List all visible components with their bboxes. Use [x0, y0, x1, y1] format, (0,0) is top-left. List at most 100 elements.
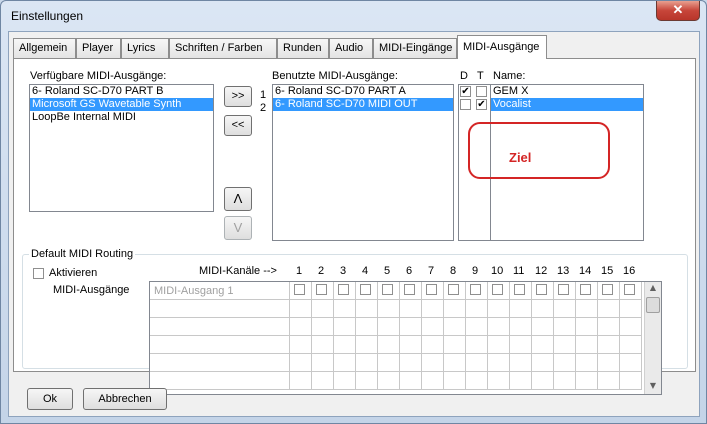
tab-schriften-farben[interactable]: Schriften / Farben — [169, 38, 277, 58]
routing-channel-cell[interactable] — [488, 354, 510, 372]
vertical-scrollbar[interactable]: ▲ ▼ — [644, 282, 661, 394]
scroll-thumb[interactable] — [646, 297, 660, 313]
routing-channel-cell[interactable] — [466, 372, 488, 390]
routing-channel-cell[interactable] — [620, 336, 642, 354]
tab-audio[interactable]: Audio — [329, 38, 373, 58]
channel-checkbox-8[interactable] — [448, 284, 459, 295]
routing-channel-cell[interactable] — [576, 372, 598, 390]
tab-midi-eingaenge[interactable]: MIDI-Eingänge — [373, 38, 457, 58]
t-checkbox-row1[interactable] — [476, 86, 487, 97]
routing-channel-cell[interactable] — [620, 318, 642, 336]
scroll-up-icon[interactable]: ▲ — [646, 283, 660, 295]
routing-channel-cell[interactable] — [466, 354, 488, 372]
routing-channel-cell[interactable] — [400, 354, 422, 372]
routing-channel-cell[interactable] — [422, 336, 444, 354]
routing-channel-cell[interactable] — [576, 300, 598, 318]
d-checkbox-row1[interactable]: ✔ — [460, 86, 471, 97]
routing-channel-cell[interactable] — [334, 372, 356, 390]
cancel-button[interactable]: Abbrechen — [83, 388, 167, 410]
channel-checkbox-10[interactable] — [492, 284, 503, 295]
routing-channel-cell[interactable] — [510, 354, 532, 372]
routing-channel-cell[interactable] — [444, 300, 466, 318]
routing-channel-cell[interactable] — [400, 300, 422, 318]
routing-channel-cell[interactable] — [488, 336, 510, 354]
routing-channel-cell[interactable] — [532, 372, 554, 390]
channel-checkbox-2[interactable] — [316, 284, 327, 295]
routing-channel-cell[interactable] — [510, 372, 532, 390]
channel-checkbox-7[interactable] — [426, 284, 437, 295]
channel-checkbox-1[interactable] — [294, 284, 305, 295]
routing-channel-cell[interactable] — [554, 354, 576, 372]
routing-channel-cell[interactable] — [356, 336, 378, 354]
routing-channel-cell[interactable] — [334, 336, 356, 354]
routing-channel-cell[interactable] — [554, 372, 576, 390]
routing-channel-cell[interactable] — [554, 336, 576, 354]
routing-channel-cell[interactable] — [378, 372, 400, 390]
activate-checkbox[interactable] — [33, 268, 44, 279]
routing-channel-cell[interactable] — [422, 372, 444, 390]
routing-channel-cell[interactable] — [356, 372, 378, 390]
channel-checkbox-13[interactable] — [558, 284, 569, 295]
routing-channel-cell[interactable] — [510, 318, 532, 336]
routing-channel-cell[interactable] — [554, 300, 576, 318]
routing-channel-cell[interactable] — [488, 372, 510, 390]
routing-channel-cell[interactable] — [400, 336, 422, 354]
routing-channel-cell[interactable] — [290, 354, 312, 372]
routing-channel-cell[interactable] — [532, 354, 554, 372]
routing-channel-cell[interactable] — [576, 318, 598, 336]
routing-channel-cell[interactable] — [620, 300, 642, 318]
routing-channel-cell[interactable] — [312, 372, 334, 390]
list-item[interactable]: 6- Roland SC-D70 PART B — [30, 85, 213, 98]
routing-channel-cell[interactable] — [598, 372, 620, 390]
routing-output-cell[interactable] — [150, 318, 290, 336]
routing-channel-cell[interactable] — [510, 336, 532, 354]
routing-channel-cell[interactable] — [532, 300, 554, 318]
routing-channel-cell[interactable] — [488, 300, 510, 318]
routing-channel-cell[interactable] — [290, 372, 312, 390]
list-item[interactable]: Vocalist — [491, 98, 643, 111]
channel-checkbox-3[interactable] — [338, 284, 349, 295]
routing-channel-cell[interactable] — [576, 336, 598, 354]
list-item[interactable]: 6- Roland SC-D70 MIDI OUT — [273, 98, 453, 111]
routing-output-cell[interactable] — [150, 354, 290, 372]
remove-output-button[interactable]: << — [224, 115, 252, 136]
routing-channel-cell[interactable] — [620, 372, 642, 390]
tab-player[interactable]: Player — [76, 38, 121, 58]
routing-channel-cell[interactable] — [532, 318, 554, 336]
routing-channel-cell[interactable] — [466, 300, 488, 318]
routing-channel-cell[interactable] — [378, 318, 400, 336]
channel-checkbox-14[interactable] — [580, 284, 591, 295]
routing-channel-cell[interactable] — [620, 354, 642, 372]
list-item[interactable]: GEM X — [491, 85, 643, 98]
routing-channel-cell[interactable] — [488, 318, 510, 336]
routing-channel-cell[interactable] — [378, 354, 400, 372]
used-outputs-list[interactable]: 6- Roland SC-D70 PART A 6- Roland SC-D70… — [272, 84, 454, 241]
routing-channel-cell[interactable] — [532, 336, 554, 354]
routing-channel-cell[interactable] — [466, 318, 488, 336]
routing-channel-cell[interactable] — [290, 336, 312, 354]
routing-channel-cell[interactable] — [400, 318, 422, 336]
routing-channel-cell[interactable] — [576, 354, 598, 372]
channel-checkbox-15[interactable] — [602, 284, 613, 295]
routing-channel-cell[interactable] — [312, 336, 334, 354]
t-checkbox-row2[interactable]: ✔ — [476, 99, 487, 110]
routing-channel-cell[interactable] — [444, 336, 466, 354]
routing-channel-cell[interactable] — [422, 354, 444, 372]
list-item[interactable]: 6- Roland SC-D70 PART A — [273, 85, 453, 98]
routing-channel-cell[interactable] — [444, 318, 466, 336]
move-down-button[interactable]: V — [224, 216, 252, 240]
available-outputs-list[interactable]: 6- Roland SC-D70 PART B Microsoft GS Wav… — [29, 84, 214, 212]
routing-channel-cell[interactable] — [444, 372, 466, 390]
channel-checkbox-16[interactable] — [624, 284, 635, 295]
channel-checkbox-9[interactable] — [470, 284, 481, 295]
routing-channel-cell[interactable] — [334, 300, 356, 318]
channel-checkbox-6[interactable] — [404, 284, 415, 295]
routing-output-cell[interactable] — [150, 300, 290, 318]
routing-channel-cell[interactable] — [378, 300, 400, 318]
add-output-button[interactable]: >> — [224, 86, 252, 107]
tab-allgemein[interactable]: Allgemein — [13, 38, 76, 58]
routing-output-cell[interactable]: MIDI-Ausgang 1 — [150, 282, 290, 300]
routing-channel-cell[interactable] — [598, 354, 620, 372]
scroll-down-icon[interactable]: ▼ — [646, 381, 660, 393]
routing-channel-cell[interactable] — [422, 300, 444, 318]
